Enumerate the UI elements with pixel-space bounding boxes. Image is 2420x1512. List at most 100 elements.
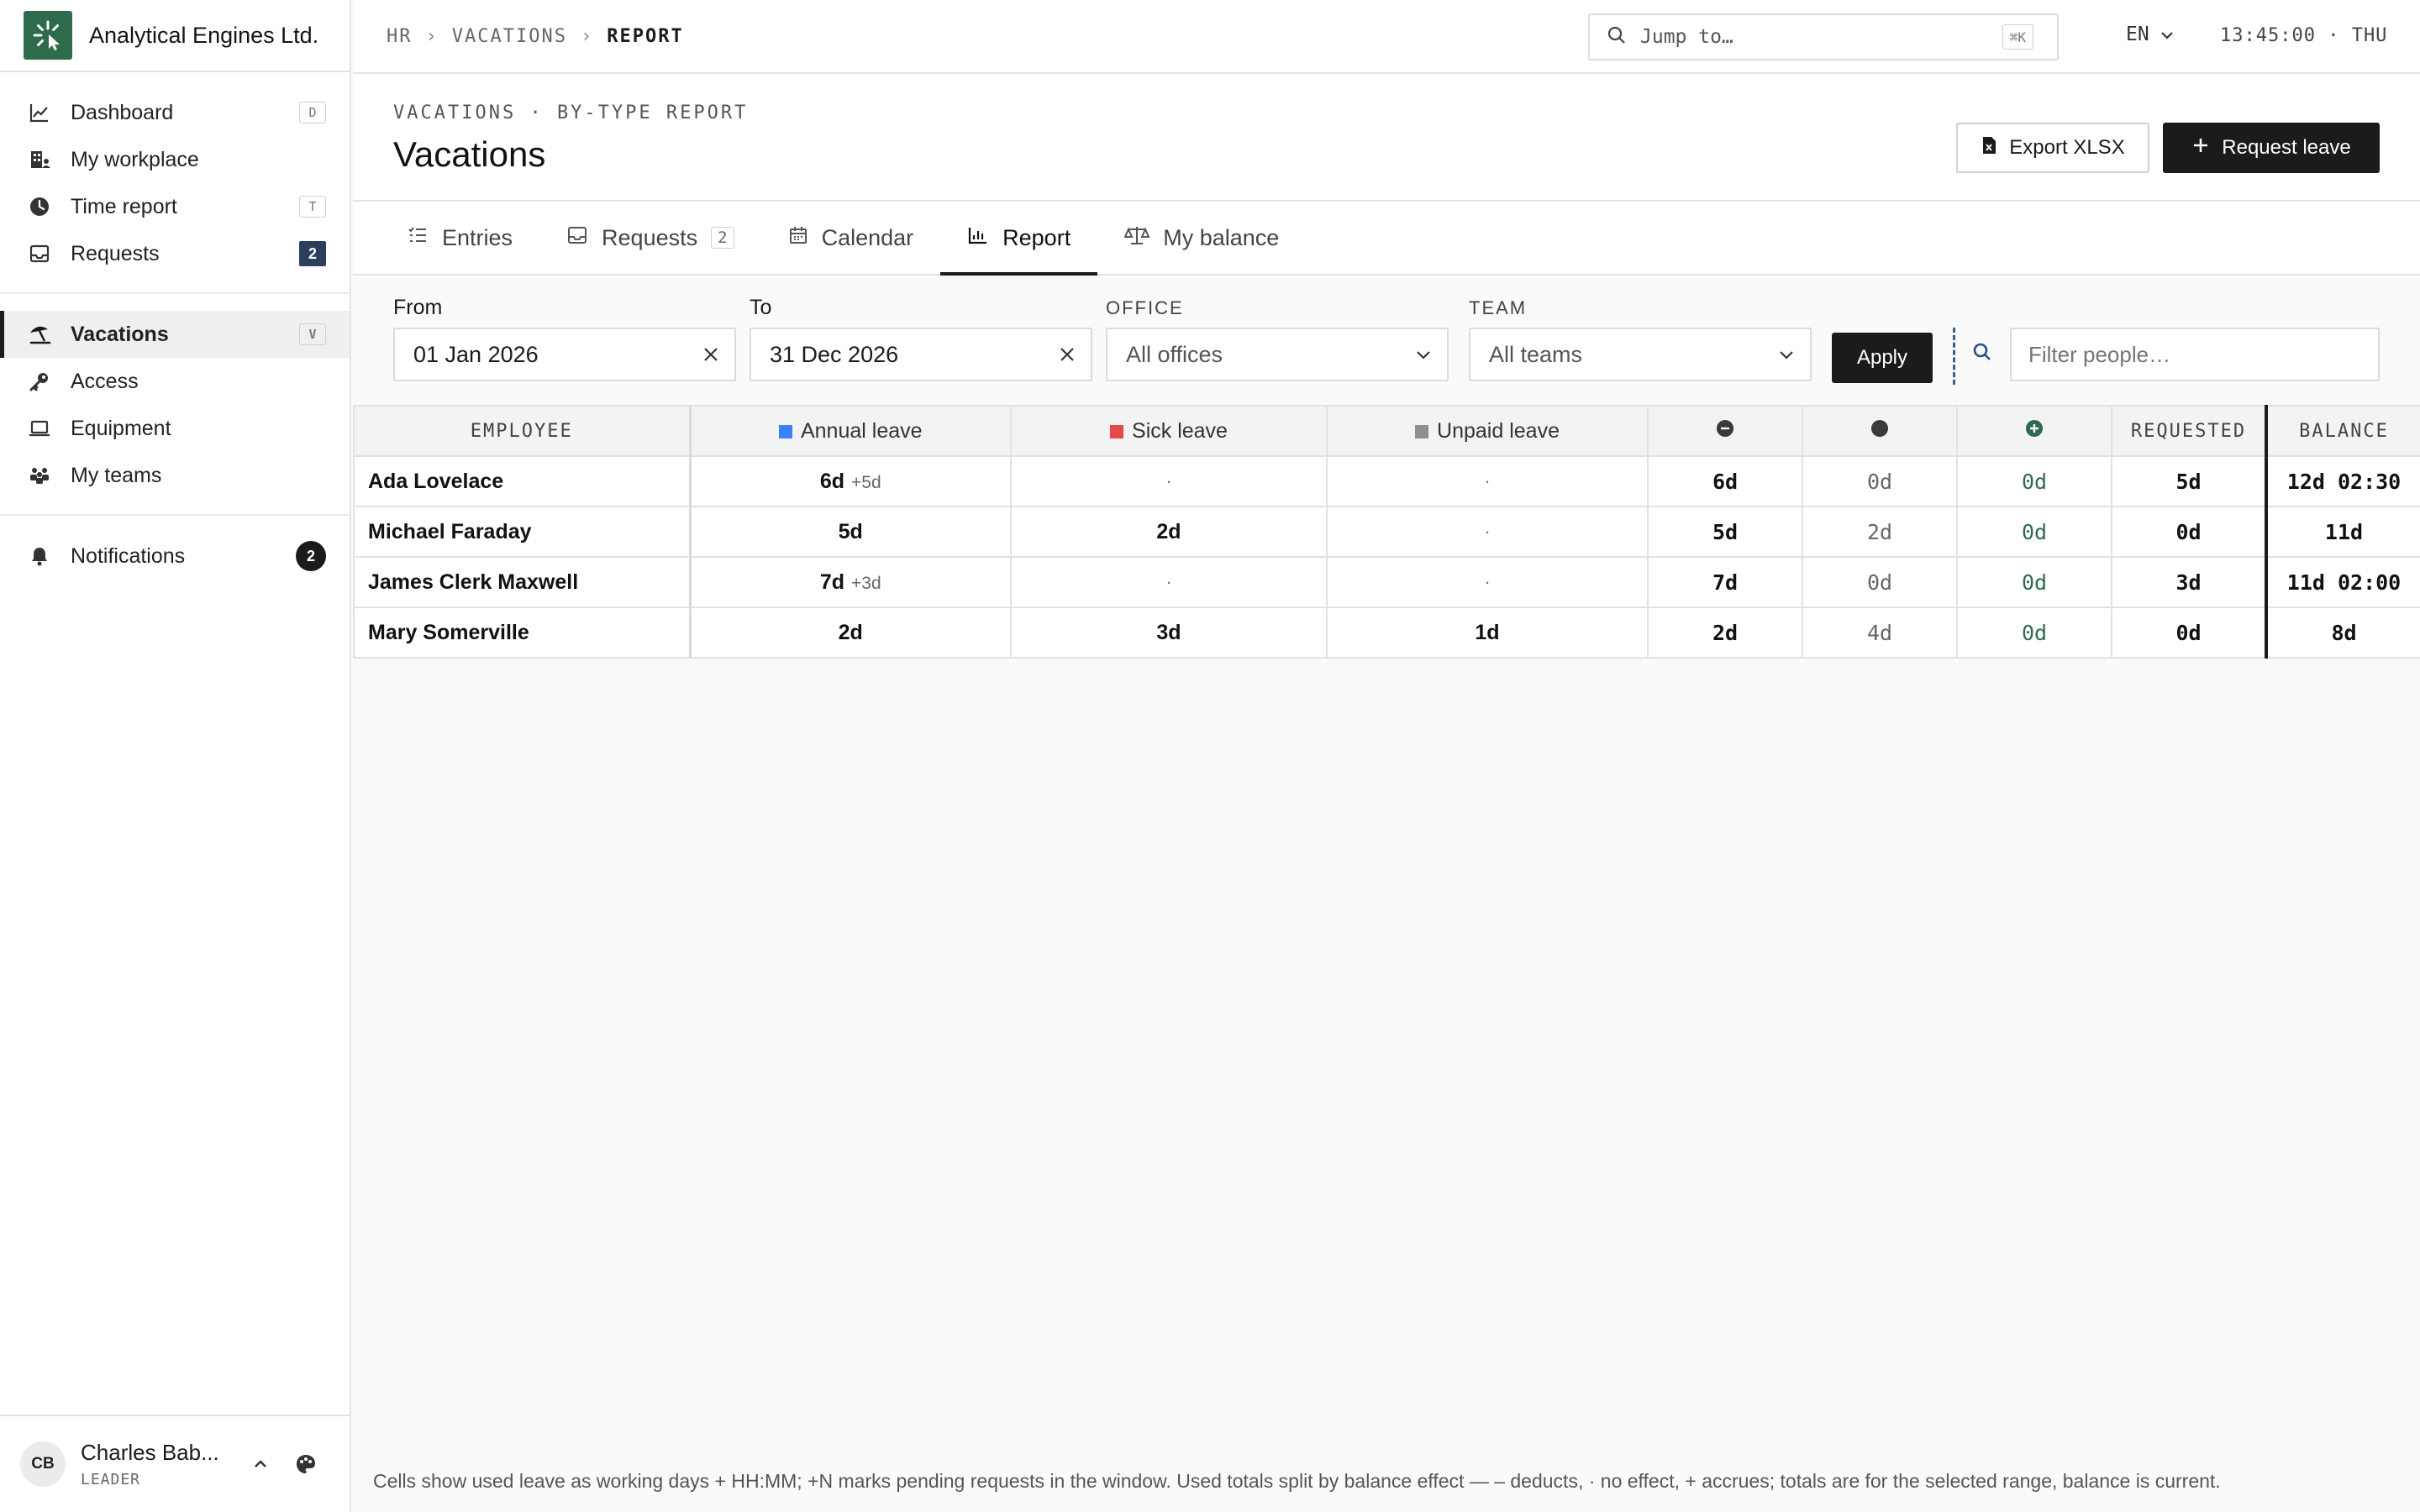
deducts-cell: 6d <box>1647 455 1803 507</box>
tab-entries[interactable]: Entries <box>380 202 539 274</box>
col-unpaid-leave[interactable]: Unpaid leave <box>1326 405 1649 457</box>
clear-from-icon[interactable] <box>687 346 734 363</box>
user-name: Charles Bab... <box>81 1440 219 1465</box>
sidebar-item-my-workplace[interactable]: My workplace <box>0 136 350 183</box>
palette-icon[interactable] <box>289 1447 323 1481</box>
page-header: VACATIONS · BY-TYPE REPORT Vacations Exp… <box>353 74 2420 202</box>
col-annual-leave[interactable]: Annual leave <box>689 405 1012 457</box>
tab-label: Requests <box>602 224 698 250</box>
filter-bar: From 01 Jan 2026 To 31 Dec 2026 OFFICE A… <box>353 277 2420 403</box>
col-balance[interactable]: BALANCE <box>2265 405 2420 457</box>
bar-chart-icon <box>967 225 989 251</box>
to-date-field[interactable]: 31 Dec 2026 <box>750 328 1092 381</box>
to-label: To <box>750 296 772 319</box>
balance-cell: 11d <box>2265 506 2420 558</box>
sidebar-item-label: Access <box>71 369 139 393</box>
office-label: OFFICE <box>1106 297 1184 318</box>
export-xlsx-button[interactable]: Export XLSX <box>1956 123 2149 173</box>
export-label: Export XLSX <box>2009 136 2125 159</box>
employee-name[interactable]: Ada Lovelace <box>353 455 692 507</box>
employee-name[interactable]: Michael Faraday <box>353 506 692 558</box>
search-icon <box>1607 25 1627 50</box>
tab-label: Entries <box>442 224 513 250</box>
sidebar-item-requests[interactable]: Requests 2 <box>0 230 350 277</box>
unpaid-cell: · <box>1326 506 1649 558</box>
brand-name: Analytical Engines Ltd. <box>89 22 319 48</box>
sidebar-item-label: My teams <box>71 463 162 487</box>
annual-cell: 5d <box>689 506 1012 558</box>
employee-name[interactable]: James Clerk Maxwell <box>353 556 692 608</box>
office-select[interactable]: All offices <box>1106 328 1449 381</box>
tab-calendar[interactable]: Calendar <box>761 202 941 274</box>
tab-report[interactable]: Report <box>940 202 1098 276</box>
table-row[interactable]: Michael Faraday 5d 2d · 5d 2d 0d 0d 11d <box>353 506 2420 558</box>
key-icon <box>27 369 52 394</box>
table-row[interactable]: James Clerk Maxwell 7d +3d · · 7d 0d 0d 3… <box>353 556 2420 608</box>
annual-pending: +5d <box>851 472 881 492</box>
requested-cell: 0d <box>2111 506 2267 558</box>
col-sick-leave[interactable]: Sick leave <box>1010 405 1328 457</box>
request-label: Request leave <box>2222 136 2351 159</box>
sidebar-item-my-teams[interactable]: My teams <box>0 452 350 499</box>
sidebar-item-label: My workplace <box>71 147 199 171</box>
notifications-count-badge: 2 <box>296 541 326 571</box>
team-select[interactable]: All teams <box>1469 328 1812 381</box>
page-title: Vacations <box>393 134 546 174</box>
sidebar-item-notifications[interactable]: Notifications 2 <box>0 533 350 580</box>
col-no-effect[interactable] <box>1802 405 1958 457</box>
sidebar-item-label: Requests <box>71 241 160 265</box>
tab-bar: Entries Requests 2 Calendar Report My ba… <box>353 202 2420 276</box>
sidebar-item-label: Time report <box>71 194 177 218</box>
nav-group-hr: Vacations V Access Equipment My teams <box>0 294 350 516</box>
chevron-up-icon[interactable] <box>244 1447 277 1481</box>
table-row[interactable]: Mary Somerville 2d 3d 1d 2d 4d 0d 0d 8d <box>353 606 2420 659</box>
filter-people-input[interactable] <box>2010 328 2380 381</box>
col-deducts[interactable] <box>1647 405 1803 457</box>
col-accrues[interactable] <box>1956 405 2112 457</box>
team-value: All teams <box>1489 341 1583 367</box>
deducts-cell: 7d <box>1647 556 1803 608</box>
employee-name[interactable]: Mary Somerville <box>353 606 692 659</box>
table-header-row: EMPLOYEE Annual leave Sick leave Unpaid … <box>353 405 2420 457</box>
breadcrumb-vacations[interactable]: VACATIONS <box>452 26 567 47</box>
jump-to-search[interactable]: Jump to… ⌘K <box>1588 13 2059 60</box>
sidebar-item-label: Equipment <box>71 416 171 440</box>
request-leave-button[interactable]: Request leave <box>2163 123 2380 173</box>
col-label: Unpaid leave <box>1437 418 1560 443</box>
col-employee[interactable]: EMPLOYEE <box>353 405 692 457</box>
tab-my-balance[interactable]: My balance <box>1097 202 1306 274</box>
deducts-cell: 5d <box>1647 506 1803 558</box>
no-effect-cell: 0d <box>1802 556 1958 608</box>
apply-button[interactable]: Apply <box>1832 333 1933 383</box>
annual-cell: 2d <box>689 606 1012 659</box>
language-select[interactable]: EN <box>2126 24 2175 45</box>
user-menu[interactable]: CB Charles Bab... LEADER <box>0 1415 350 1512</box>
table-row[interactable]: Ada Lovelace 6d +5d · · 6d 0d 0d 5d 12d 0… <box>353 455 2420 507</box>
plus-icon <box>2191 136 2210 160</box>
tab-label: Report <box>1002 224 1071 250</box>
unpaid-cell: 1d <box>1326 606 1649 659</box>
umbrella-beach-icon <box>27 322 52 347</box>
unpaid-cell: · <box>1326 455 1649 507</box>
no-effect-cell: 0d <box>1802 455 1958 507</box>
breadcrumb-hr[interactable]: HR <box>387 26 413 47</box>
tab-requests[interactable]: Requests 2 <box>539 202 761 274</box>
shortcut-hint: V <box>299 323 326 345</box>
brand[interactable]: Analytical Engines Ltd. <box>0 0 350 72</box>
balance-cell: 11d 02:00 <box>2265 556 2420 608</box>
dot-circle-icon <box>1870 419 1890 444</box>
sidebar-item-vacations[interactable]: Vacations V <box>0 311 350 358</box>
sidebar-item-access[interactable]: Access <box>0 358 350 405</box>
clear-to-icon[interactable] <box>1044 346 1091 363</box>
sidebar-item-time-report[interactable]: Time report T <box>0 183 350 230</box>
sidebar-item-equipment[interactable]: Equipment <box>0 405 350 452</box>
scale-icon <box>1123 224 1150 252</box>
office-value: All offices <box>1126 341 1223 367</box>
accrues-cell: 0d <box>1956 556 2112 608</box>
sidebar-item-dashboard[interactable]: Dashboard D <box>0 89 350 136</box>
search-icon <box>1971 341 1993 367</box>
col-requested[interactable]: REQUESTED <box>2111 405 2267 457</box>
from-date-field[interactable]: 01 Jan 2026 <box>393 328 736 381</box>
tab-label: Calendar <box>821 224 914 250</box>
laptop-icon <box>27 416 52 441</box>
